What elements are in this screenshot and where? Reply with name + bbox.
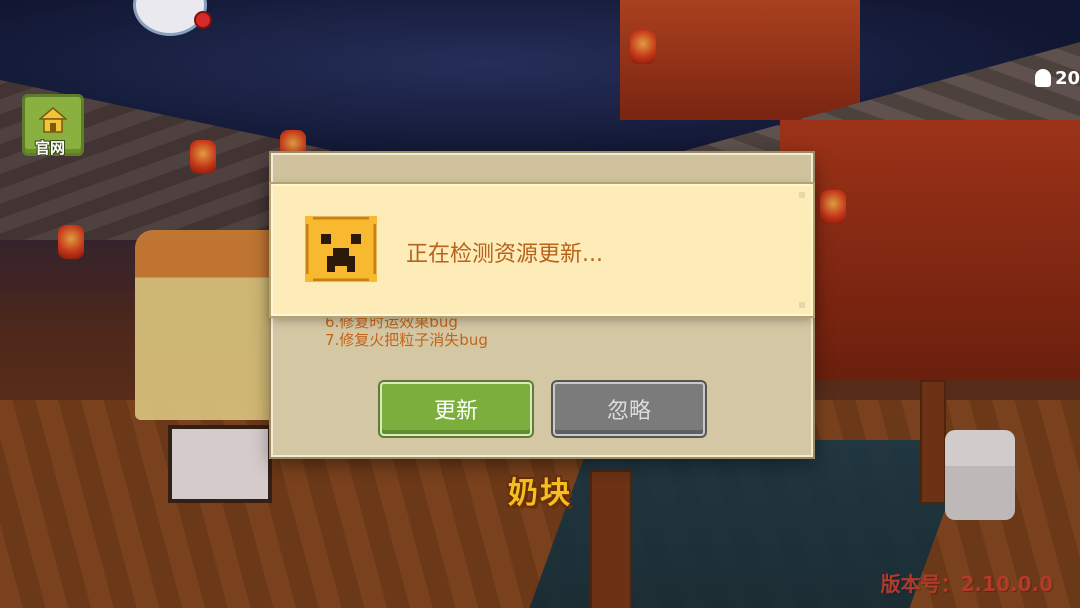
notification-dot — [194, 11, 212, 29]
creeper-face-icon — [305, 216, 377, 282]
ghost-icon — [1034, 69, 1051, 87]
corner-ornament — [799, 302, 805, 308]
corner-ornament — [799, 192, 805, 198]
update-notes: 6.修复时运效果bug 7.修复火把粒子消失bug — [325, 313, 765, 353]
status-message: 正在检测资源更新... — [406, 242, 603, 267]
dialog-header — [273, 155, 811, 185]
game-screen: 官网 20 奶块 版本号：2.10.0.0 6.修复时运效果bug 7.修复火把… — [0, 0, 1080, 608]
house-icon — [39, 107, 67, 133]
resource-check-toast: 正在检测资源更新... — [271, 184, 813, 316]
online-count: 20 — [1054, 67, 1080, 89]
ignore-button[interactable]: 忽略 — [553, 382, 705, 436]
update-note-line: 7.修复火把粒子消失bug — [325, 331, 488, 349]
game-logo: 奶块 — [508, 476, 572, 511]
online-counter: 20 — [1034, 66, 1080, 90]
update-button[interactable]: 更新 — [380, 382, 532, 436]
official-site-label: 官网 — [34, 139, 65, 157]
version-number: 版本号：2.10.0.0 — [880, 572, 1053, 596]
